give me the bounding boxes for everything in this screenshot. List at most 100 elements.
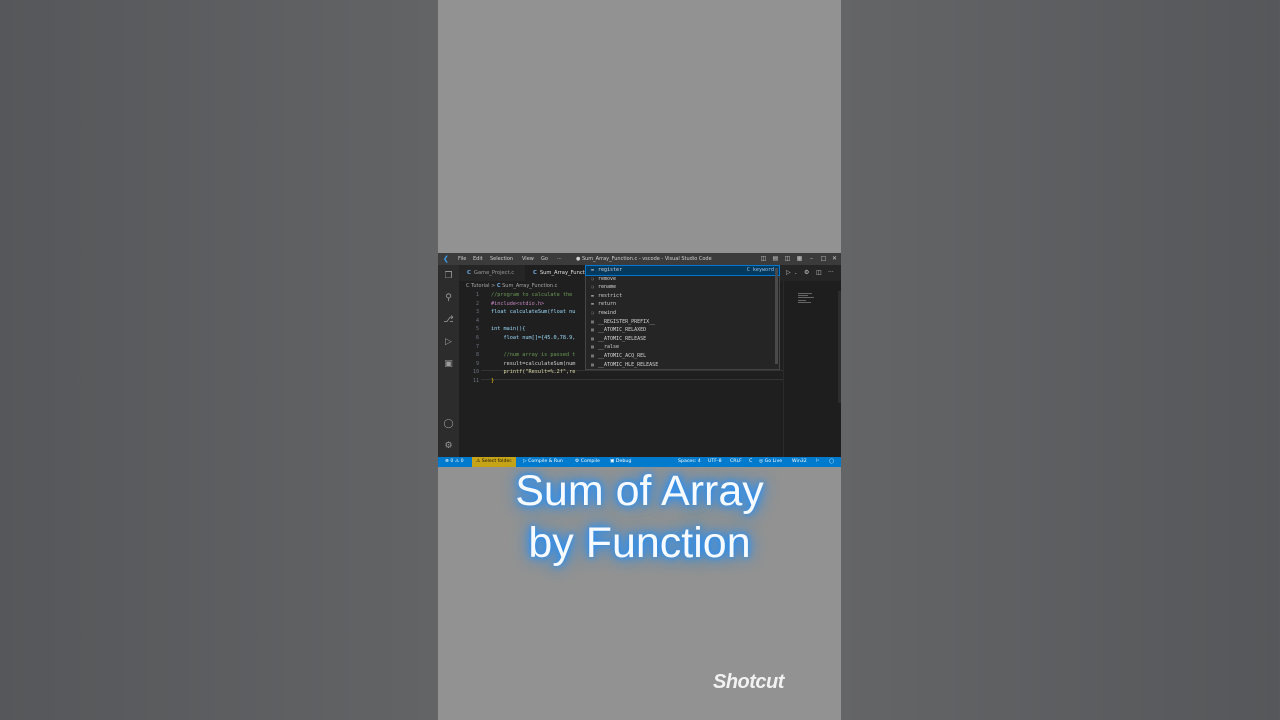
notifications-bell-icon[interactable]: ◯: [829, 457, 834, 467]
line-number: 10: [472, 369, 479, 376]
line-number: 6: [475, 335, 479, 341]
line-number: 2: [475, 300, 479, 307]
line-number: 8: [475, 352, 479, 359]
suggestion-item[interactable]: ❏ remove: [586, 275, 779, 284]
code-line: int main(){: [491, 326, 526, 333]
suggestion-item[interactable]: ▬ register C keyword: [585, 265, 780, 276]
select-folder-button[interactable]: ⚠ Select folder.: [472, 457, 517, 467]
suggestion-item[interactable]: ▬ restrict: [586, 292, 779, 301]
autocomplete-suggest-widget: ▬ register C keyword ❏ remove ❏ rename ▬ rest…: [585, 265, 780, 370]
code-line: printf("Result=%.2f",re: [491, 369, 576, 376]
menu-edit[interactable]: Edit: [473, 256, 483, 262]
suggestion-label: rewind: [598, 310, 617, 316]
problems-indicator[interactable]: ⊗ 0 ⚠ 0: [445, 457, 464, 467]
status-bar: ⊗ 0 ⚠ 0 ⚠ Select folder. ▷ Compile & Run…: [438, 457, 841, 467]
split-editor-icon[interactable]: ◫: [816, 269, 822, 276]
go-live-button[interactable]: ◎ Go Live: [759, 457, 782, 467]
maximize-icon[interactable]: □: [820, 255, 827, 262]
account-icon[interactable]: ◯: [443, 419, 454, 430]
minimap[interactable]: [783, 281, 841, 457]
explorer-icon[interactable]: ❐: [443, 271, 454, 282]
breadcrumb-folder[interactable]: C Tutorial: [466, 283, 489, 289]
menu-file[interactable]: File: [458, 256, 466, 262]
search-icon[interactable]: ⚲: [443, 293, 454, 304]
code-line: float calculateSum(float nu: [491, 309, 576, 316]
debug-settings-icon[interactable]: ⚙: [804, 269, 809, 276]
minimap-line: [798, 302, 811, 303]
menu-more[interactable]: ···: [557, 256, 562, 262]
run-dropdown-icon[interactable]: ⌄: [794, 270, 797, 275]
suggestion-item[interactable]: ❏ rewind: [586, 309, 779, 318]
menu-view[interactable]: View: [522, 256, 534, 262]
indentation-status[interactable]: Spaces: 4: [678, 457, 701, 467]
breadcrumb-file[interactable]: Sum_Array_Function.c: [502, 283, 557, 289]
suggestion-label: remove: [598, 275, 617, 282]
code-line: }: [491, 378, 495, 384]
tab-label: Sum_Array_Funct: [539, 270, 585, 276]
menu-go[interactable]: Go: [541, 256, 548, 262]
vscode-window: ❮ File Edit Selection View Go ··· ● Sum_…: [438, 253, 841, 467]
suggestion-label: __ATOMIC_RELEASE: [598, 335, 647, 342]
suggestion-label: __REGISTER_PREFIX__: [598, 318, 656, 325]
compile-run-button[interactable]: ▷ Compile & Run: [523, 457, 563, 467]
minimize-icon[interactable]: –: [808, 255, 815, 262]
suggestion-item[interactable]: ▤ __ATOMIC_HLE_RELEASE: [586, 361, 779, 370]
toggle-sidebar-icon[interactable]: ◫: [760, 255, 767, 262]
suggestion-item[interactable]: ❏ rename: [586, 283, 779, 292]
line-number: 9: [475, 360, 479, 367]
suggest-scrollbar[interactable]: [775, 268, 778, 364]
code-line: //program to calculate the: [491, 292, 573, 298]
run-code-icon[interactable]: ▷: [786, 269, 791, 276]
toggle-secondary-sidebar-icon[interactable]: ◫: [784, 255, 791, 262]
minimap-line: [798, 295, 808, 296]
eol-status[interactable]: CRLF: [730, 457, 742, 467]
run-debug-icon[interactable]: ▷: [443, 337, 454, 348]
tab-sum-array-function[interactable]: C Sum_Array_Funct: [525, 265, 593, 281]
line-number: 5: [475, 326, 479, 333]
tab-label: Game_Project.c: [473, 270, 515, 276]
line-number: 3: [475, 309, 479, 316]
suggestion-item[interactable]: ▤ __ATOMIC_RELAXED: [586, 326, 779, 335]
platform-status[interactable]: Win32: [792, 457, 807, 467]
toggle-panel-icon[interactable]: ▤: [772, 255, 779, 262]
left-blur-panel: [0, 0, 438, 720]
c-file-icon: C: [467, 270, 471, 276]
extensions-icon[interactable]: ▣: [443, 359, 454, 370]
tab-game-project[interactable]: C Game_Project.c: [459, 265, 525, 281]
breadcrumb-separator: >: [491, 283, 496, 289]
more-actions-icon[interactable]: ···: [828, 269, 834, 276]
feedback-icon[interactable]: ⚐: [815, 457, 819, 467]
caption-line-2: by Function: [528, 519, 751, 567]
menu-selection[interactable]: Selection: [490, 256, 513, 262]
suggestion-item[interactable]: ▤ __ATOMIC_ACQ_REL: [586, 352, 779, 361]
compile-button[interactable]: ⚙ Compile: [575, 457, 600, 467]
source-control-icon[interactable]: ⎇: [443, 315, 454, 326]
encoding-status[interactable]: UTF-8: [708, 457, 722, 467]
minimap-line: [798, 297, 814, 298]
suggestion-item[interactable]: ▤ __REGISTER_PREFIX__: [586, 318, 779, 327]
settings-gear-icon[interactable]: ⚙: [443, 441, 454, 452]
c-file-icon: C: [496, 283, 501, 289]
activity-bar: ❐ ⚲ ⎇ ▷ ▣ ◯ ⚙: [438, 265, 459, 457]
title-bar: ❮ File Edit Selection View Go ··· ● Sum_…: [438, 253, 841, 265]
suggestion-label: __ATOMIC_ACQ_REL: [598, 353, 647, 359]
close-icon[interactable]: ✕: [831, 255, 838, 262]
window-title: ● Sum_Array_Function.c - vscode - Visual…: [576, 256, 712, 262]
debug-button[interactable]: ▣ Debug: [610, 457, 631, 467]
suggestion-kind: keyword: [752, 267, 774, 273]
vscode-logo-icon: ❮: [443, 255, 449, 263]
suggestion-item[interactable]: ▤ __ralse: [586, 343, 779, 352]
suggestion-label: return: [598, 301, 617, 308]
line-number: 7: [475, 343, 479, 350]
language-status[interactable]: C: [749, 457, 752, 467]
customize-layout-icon[interactable]: ▦: [796, 255, 803, 262]
snippet-icon: ▤: [591, 362, 594, 368]
suggestion-label: restrict: [598, 292, 623, 299]
code-line: #include<stdio.h>: [491, 300, 545, 307]
editor-scrollbar[interactable]: [838, 291, 841, 403]
suggestion-label: register: [598, 267, 623, 273]
suggestion-item[interactable]: ▤ __ATOMIC_RELEASE: [586, 335, 779, 344]
breadcrumb: C Tutorial > C Sum_Array_Function.c: [466, 283, 557, 290]
suggestion-item[interactable]: ▬ return: [586, 300, 779, 309]
code-line: float num[]={45.0,78.9,: [491, 335, 576, 341]
